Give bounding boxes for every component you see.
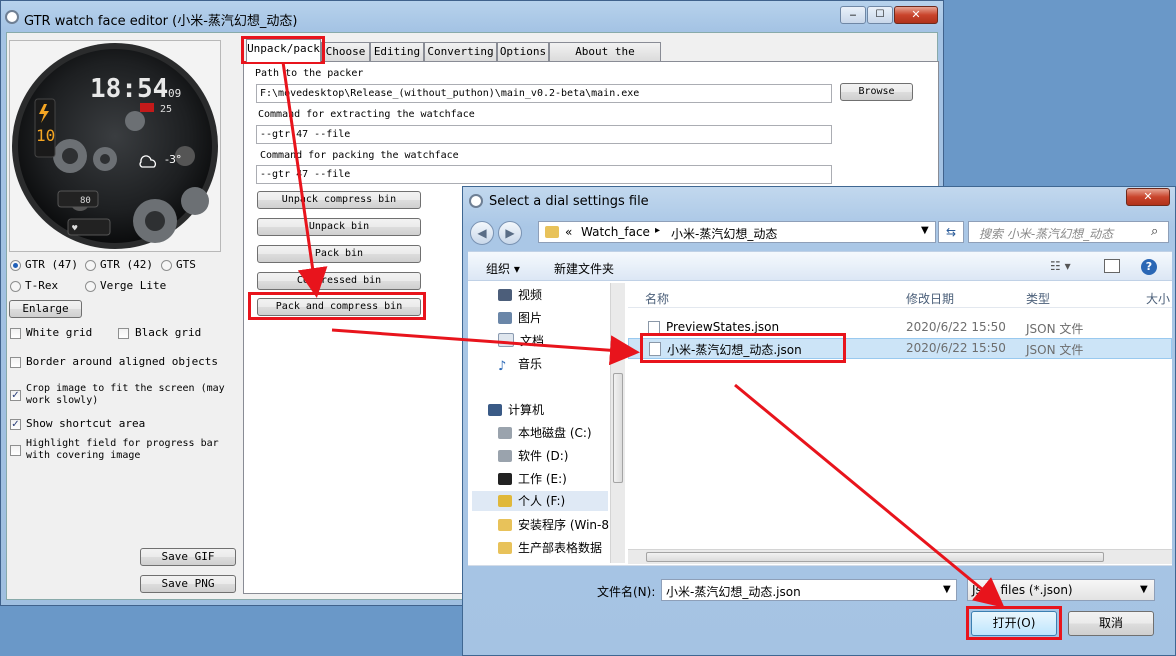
arrow-tab-to-button	[281, 61, 328, 298]
tab-unpack-pack[interactable]: Unpack/pack	[246, 39, 321, 62]
annotation-arrows	[281, 61, 1005, 608]
arrow-file-to-open	[734, 383, 1005, 608]
arrow-button-to-file	[331, 328, 640, 366]
